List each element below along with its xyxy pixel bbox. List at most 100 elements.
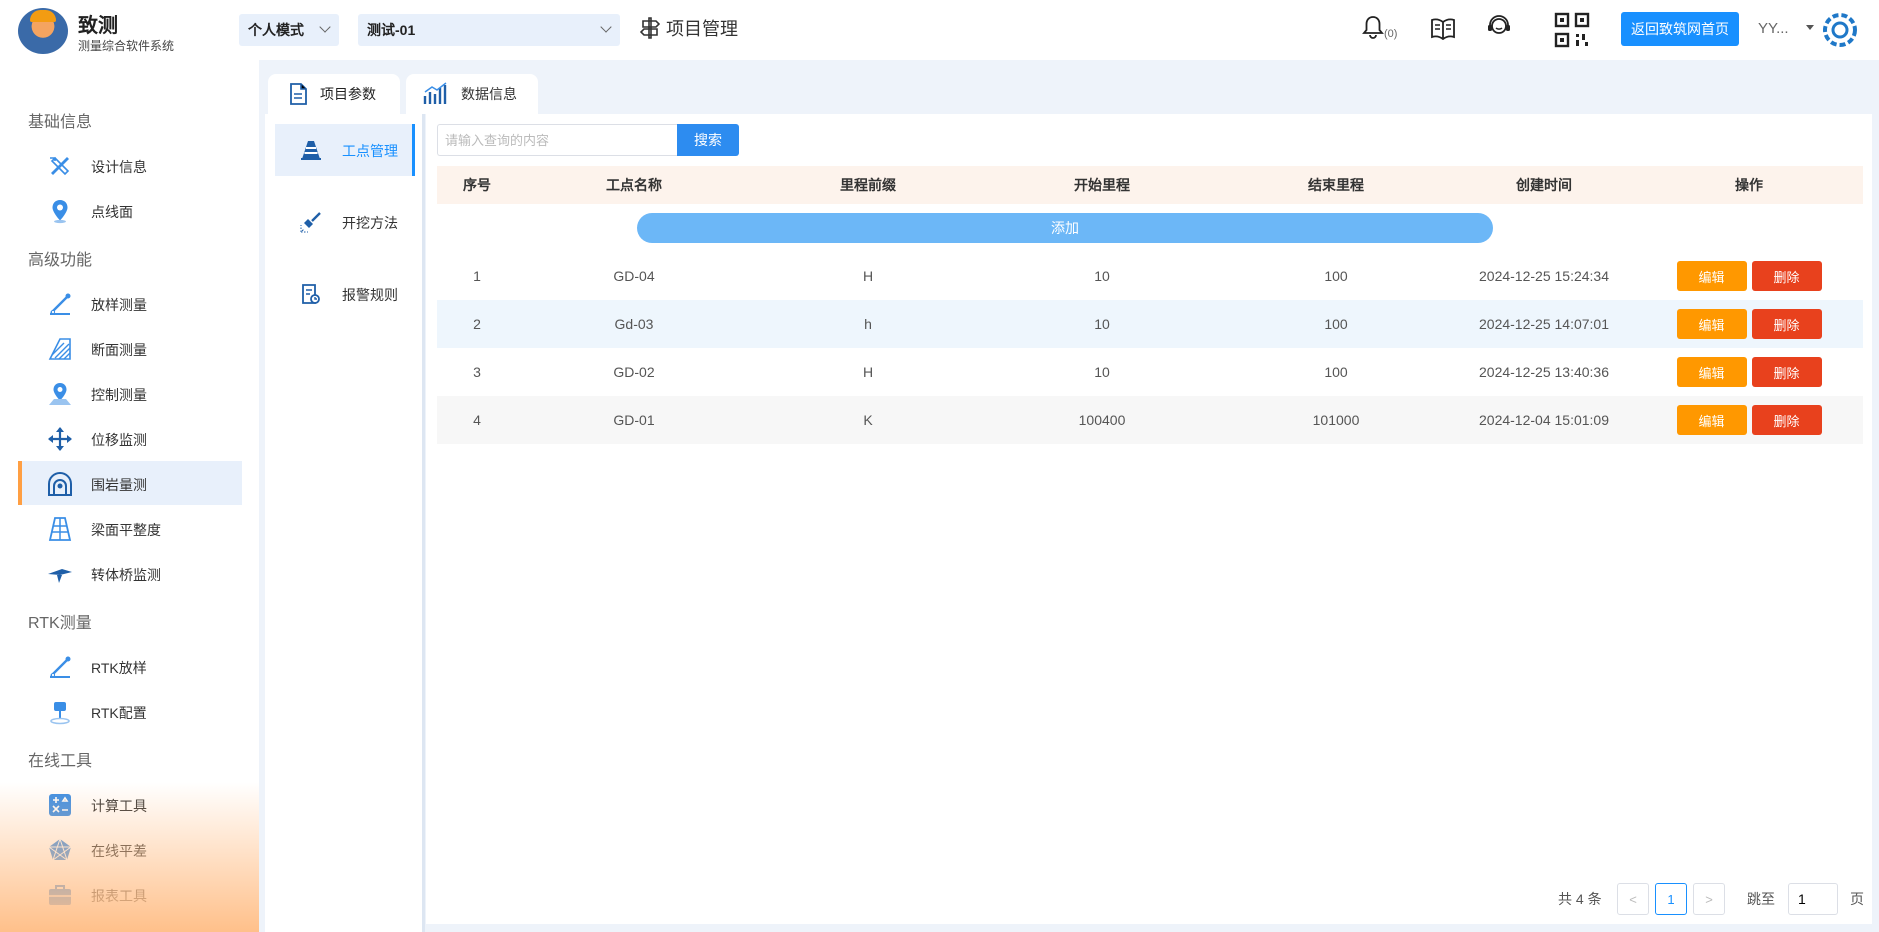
cell-prefix: H: [862, 268, 874, 284]
work-point-table: 序号 工点名称 里程前缀 开始里程 结束里程 创建时间 操作 添加 1 GD-0…: [437, 166, 1863, 444]
search-button[interactable]: 搜索: [677, 124, 739, 156]
sidebar-item-calculator[interactable]: 计算工具: [18, 782, 242, 826]
search-input[interactable]: [437, 124, 677, 156]
prev-page-button[interactable]: <: [1617, 883, 1649, 915]
cell-no: 1: [473, 268, 481, 284]
mode-select[interactable]: 个人模式: [239, 14, 339, 46]
cell-created: 2024-12-25 15:24:34: [1479, 268, 1609, 284]
sidebar-item-swivel-bridge[interactable]: 转体桥监测: [18, 551, 242, 595]
sidebar-item-label: RTK放样: [91, 660, 147, 676]
cell-end: 100: [1324, 364, 1348, 380]
rtk-stakeout-icon: [50, 656, 71, 678]
mode-select-value: 个人模式: [248, 22, 304, 38]
bridge-icon: [48, 569, 72, 583]
rule-document-icon: [302, 284, 320, 304]
sidebar-item-surrounding-rock[interactable]: 围岩量测: [18, 461, 242, 505]
home-button[interactable]: 返回致筑网首页: [1621, 12, 1739, 46]
sidebar-item-label: 围岩量测: [91, 477, 147, 493]
delete-button[interactable]: 删除: [1751, 309, 1822, 339]
pagination-total: 共 4 条: [1558, 891, 1602, 907]
user-name[interactable]: YY...: [1758, 20, 1789, 37]
sidebar-item-design-info[interactable]: 设计信息: [18, 143, 242, 187]
sidebar-item-point-line-surface[interactable]: 点线面: [18, 188, 242, 232]
cell-actions: 编辑 删除: [1635, 396, 1863, 444]
chevron-down-icon: [600, 21, 612, 33]
add-row: 添加: [437, 204, 1863, 252]
subnav-alarm-rules[interactable]: 报警规则: [275, 268, 415, 320]
top-header: 致测 测量综合软件系统 个人模式 测试-01 项目管理 (0) 返回致筑网首页 …: [0, 0, 1879, 60]
rtk-config-icon: [50, 702, 70, 725]
sidebar-item-stakeout[interactable]: 放样测量: [18, 281, 242, 325]
beam-icon: [48, 517, 72, 541]
edit-button[interactable]: 编辑: [1676, 405, 1747, 435]
sidebar-item-section[interactable]: 断面测量: [18, 326, 242, 370]
subnav-excavation-method[interactable]: 开挖方法: [275, 196, 415, 248]
cell-created: 2024-12-25 13:40:36: [1479, 364, 1609, 380]
edit-button[interactable]: 编辑: [1676, 309, 1747, 339]
user-avatar[interactable]: [1822, 12, 1858, 51]
qr-code-icon[interactable]: [1554, 12, 1590, 51]
subnav-label: 工点管理: [342, 143, 398, 159]
project-select-value: 测试-01: [367, 22, 416, 38]
caret-down-icon[interactable]: [1806, 25, 1814, 30]
edit-button[interactable]: 编辑: [1676, 261, 1747, 291]
add-button[interactable]: 添加: [637, 213, 1493, 243]
sidebar-item-rtk-config[interactable]: RTK配置: [18, 689, 242, 733]
sidebar-item-label: 梁面平整度: [91, 522, 161, 538]
sub-navigation: 工点管理 开挖方法 报警规则: [265, 114, 425, 932]
sidebar-item-report[interactable]: 报表工具: [18, 872, 242, 916]
table-header-row: 序号 工点名称 里程前缀 开始里程 结束里程 创建时间 操作: [437, 166, 1863, 204]
column-header: 结束里程: [1219, 166, 1453, 204]
cell-prefix: H: [862, 364, 874, 380]
cell-start: 10: [1094, 268, 1110, 284]
tab-project-params[interactable]: 项目参数: [268, 74, 400, 114]
tunnel-icon: [48, 472, 72, 496]
delete-button[interactable]: 删除: [1751, 261, 1822, 291]
edit-button[interactable]: 编辑: [1676, 357, 1747, 387]
tab-label: 数据信息: [461, 86, 517, 102]
tab-label: 项目参数: [320, 86, 376, 102]
table-row: 2 Gd-03 h 10 100 2024-12-25 14:07:01 编辑删…: [437, 300, 1863, 348]
cell-prefix: K: [751, 396, 985, 444]
jump-label: 跳至: [1747, 891, 1775, 907]
sidebar-item-label: 计算工具: [91, 798, 147, 814]
column-header: 开始里程: [985, 166, 1219, 204]
main-panel: 搜索 序号 工点名称 里程前缀 开始里程 结束里程 创建时间 操作 添加 1 G…: [426, 114, 1872, 924]
delete-button[interactable]: 删除: [1751, 357, 1822, 387]
customer-service-icon[interactable]: [1486, 14, 1512, 43]
table-row: 3 GD-02 H 10 100 2024-12-25 13:40:36 编辑删…: [437, 348, 1863, 396]
sidebar-item-control[interactable]: 控制测量: [18, 371, 242, 415]
column-header: 创建时间: [1453, 166, 1635, 204]
location-pin-icon: [52, 200, 68, 224]
delete-button[interactable]: 删除: [1751, 405, 1822, 435]
sidebar-item-label: 位移监测: [91, 432, 147, 448]
app-name: 致测: [78, 15, 118, 37]
page-unit-label: 页: [1850, 891, 1864, 907]
sidebar-item-label: 断面测量: [91, 342, 147, 358]
sidebar-item-label: 报表工具: [91, 888, 147, 904]
move-arrows-icon: [48, 427, 72, 451]
cell-name: GD-04: [613, 268, 655, 284]
sidebar-item-adjustment[interactable]: 在线平差: [18, 827, 242, 871]
subnav-work-point[interactable]: 工点管理: [275, 124, 415, 176]
sidebar-item-rtk-stakeout[interactable]: RTK放样: [18, 644, 242, 688]
cell-no: 3: [473, 364, 481, 380]
cell-start: 10: [985, 300, 1219, 348]
sidebar-item-label: 放样测量: [91, 297, 147, 313]
app-subtitle: 测量综合软件系统: [78, 39, 175, 53]
jump-page-input[interactable]: [1788, 883, 1838, 915]
book-icon[interactable]: [1430, 16, 1456, 43]
sidebar-section-title: RTK测量: [28, 615, 92, 632]
tab-data-info[interactable]: 数据信息: [406, 74, 538, 114]
sidebar-section-title: 高级功能: [28, 252, 93, 269]
current-page-button[interactable]: 1: [1655, 883, 1687, 915]
cell-prefix: h: [751, 300, 985, 348]
column-header: 序号: [437, 166, 517, 204]
project-select[interactable]: 测试-01: [358, 14, 620, 46]
sidebar-item-displacement[interactable]: 位移监测: [18, 416, 242, 460]
sidebar-item-beam-flatness[interactable]: 梁面平整度: [18, 506, 242, 550]
cone-icon: [301, 141, 321, 160]
next-page-button[interactable]: >: [1693, 883, 1725, 915]
bell-icon[interactable]: [1362, 14, 1384, 43]
stakeout-icon: [50, 293, 71, 315]
